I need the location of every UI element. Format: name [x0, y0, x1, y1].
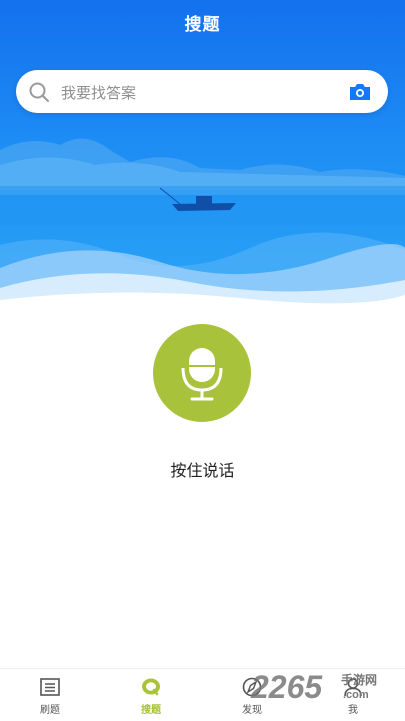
search-placeholder[interactable]: 我要找答案 — [61, 82, 136, 103]
tab-label: 搜题 — [141, 705, 161, 716]
svg-text:.com: .com — [343, 689, 369, 701]
voice-record-button[interactable] — [153, 324, 251, 422]
watermark-logo: 2265 手游网 .com — [250, 669, 377, 705]
list-icon — [40, 678, 60, 696]
hold-to-speak-label: 按住说话 — [170, 461, 235, 480]
search-bubble-icon — [142, 678, 160, 696]
lake-landscape-illustration — [0, 138, 405, 312]
tab-search[interactable]: 搜题 — [121, 677, 181, 719]
tab-practice[interactable]: 刷题 — [20, 677, 80, 719]
tab-label: 刷题 — [40, 705, 60, 716]
svg-text:2265: 2265 — [250, 669, 323, 705]
camera-icon[interactable] — [348, 82, 372, 102]
hero-banner: 搜题 — [0, 0, 405, 312]
search-icon — [29, 82, 49, 102]
page-title: 搜题 — [184, 15, 221, 35]
search-bar[interactable]: 我要找答案 — [16, 70, 388, 113]
svg-text:手游网: 手游网 — [341, 672, 377, 687]
microphone-icon — [181, 348, 223, 401]
